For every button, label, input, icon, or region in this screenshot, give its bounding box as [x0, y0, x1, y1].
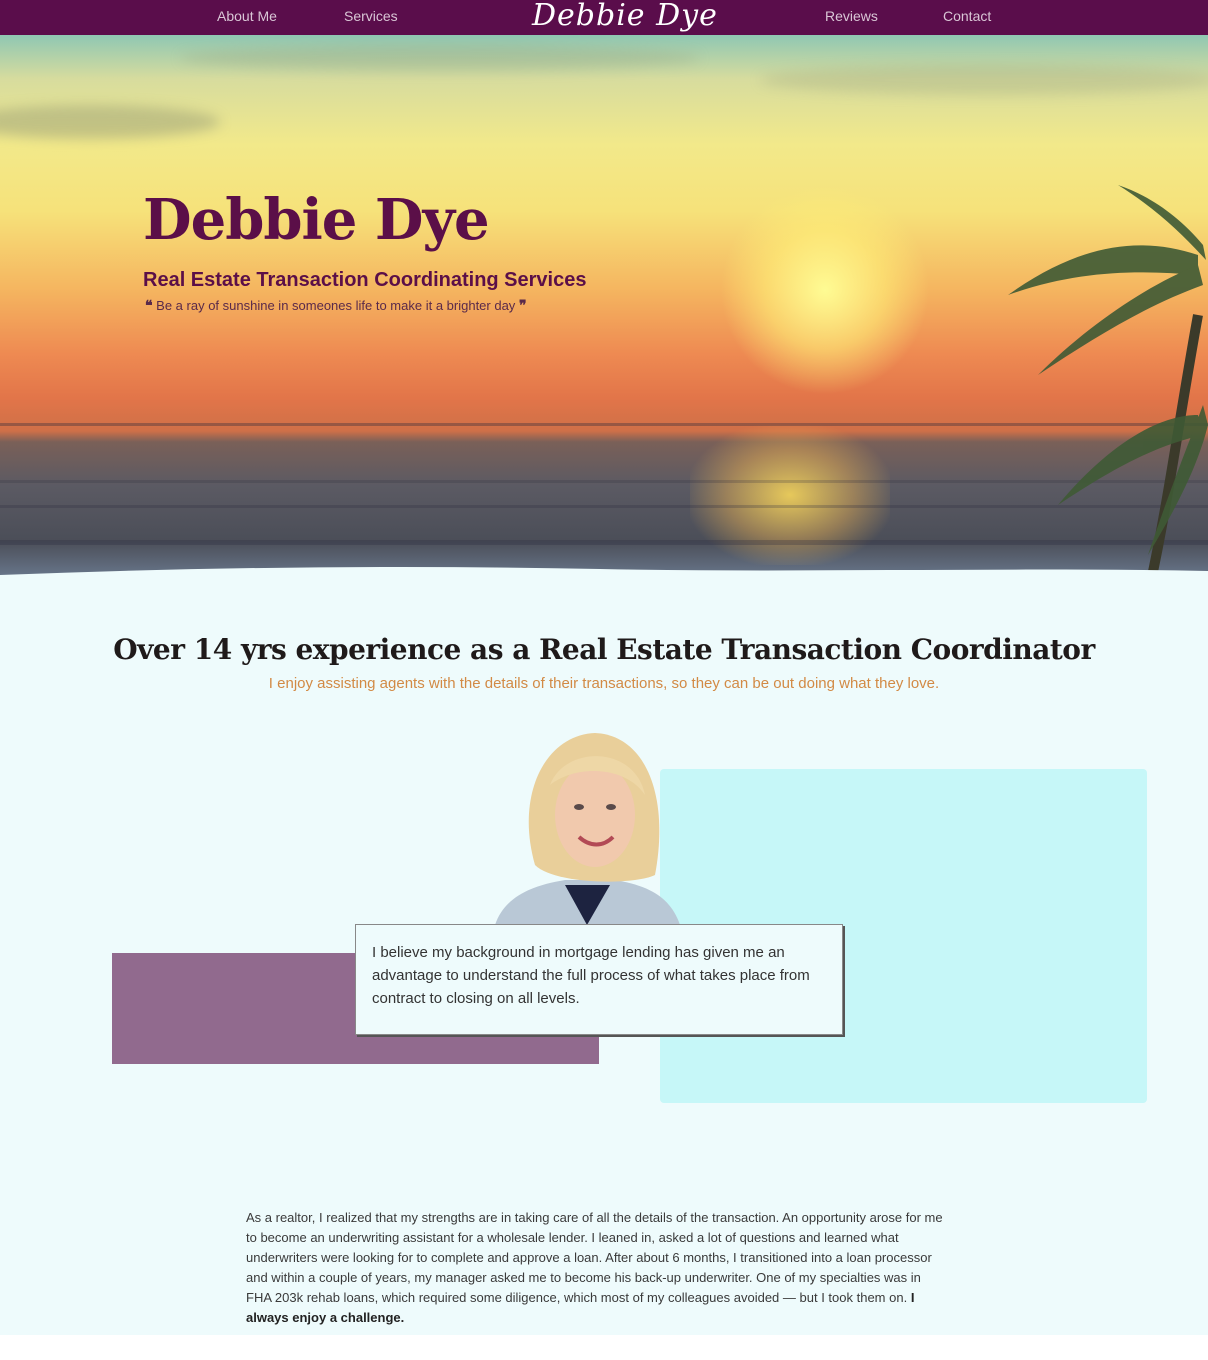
cloud — [0, 105, 220, 139]
cloud — [180, 45, 700, 71]
hero-subtitle: Real Estate Transaction Coordinating Ser… — [143, 269, 587, 291]
sun — [720, 185, 930, 395]
bio-text: As a realtor, I realized that my strengt… — [246, 1210, 943, 1305]
portrait-photo — [495, 733, 680, 925]
palm-tree-image — [1008, 185, 1208, 585]
close-quote-icon: ❞ — [518, 298, 527, 314]
nav-reviews[interactable]: Reviews — [825, 8, 878, 24]
hero-section: Debbie Dye Real Estate Transaction Coord… — [0, 35, 1208, 585]
hero-wave-divider — [0, 567, 1208, 585]
nav-services[interactable]: Services — [344, 8, 398, 24]
hero-quote-text: Be a ray of sunshine in someones life to… — [156, 298, 516, 313]
experience-tagline: I enjoy assisting agents with the detail… — [268, 675, 940, 692]
mortgage-background-text: I believe my background in mortgage lend… — [372, 944, 810, 1007]
site-logo[interactable]: Debbie Dye — [532, 0, 718, 33]
top-nav: About Me Services Debbie Dye Reviews Con… — [0, 0, 1208, 35]
experience-heading: Over 14 yrs experience as a Real Estate … — [113, 633, 1095, 666]
hero-quote: ❝ Be a ray of sunshine in someones life … — [145, 298, 526, 314]
hero-title: Debbie Dye — [143, 187, 490, 253]
open-quote-icon: ❝ — [145, 298, 153, 314]
mortgage-background-card: I believe my background in mortgage lend… — [355, 924, 843, 1035]
bio-paragraph: As a realtor, I realized that my strengt… — [246, 1208, 946, 1328]
nav-about-me[interactable]: About Me — [217, 8, 277, 24]
cloud — [760, 65, 1208, 95]
about-section: Over 14 yrs experience as a Real Estate … — [0, 585, 1208, 1335]
nav-contact[interactable]: Contact — [943, 8, 991, 24]
